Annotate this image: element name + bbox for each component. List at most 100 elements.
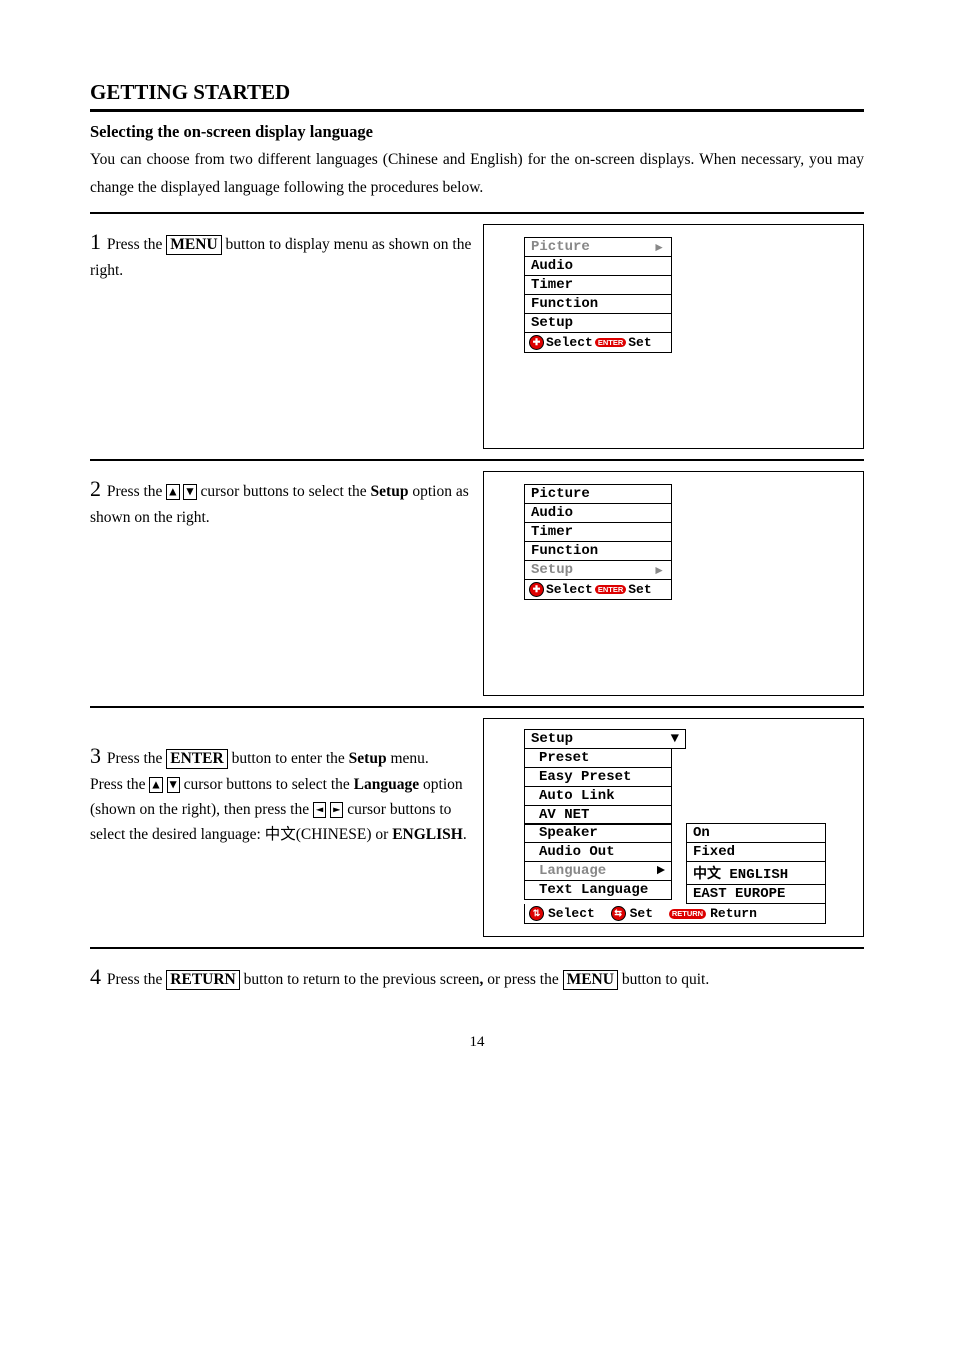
legend-return: Return — [710, 906, 757, 921]
osd-menu-2: Picture Audio Timer Function Setup► ✚Sel… — [483, 471, 864, 696]
text: button to enter the — [228, 750, 349, 767]
setup-value-speaker: On — [686, 823, 826, 843]
legend-set: Set — [628, 582, 651, 597]
rule — [90, 706, 864, 708]
text: button to quit. — [618, 971, 709, 988]
menu-item-setup: Setup — [524, 314, 672, 333]
menu-button-label: MENU — [563, 970, 618, 990]
step-number: 4 — [90, 964, 101, 989]
section-intro: You can choose from two different langua… — [90, 146, 864, 202]
text: Press the — [107, 236, 166, 253]
text: cursor buttons to select the — [180, 776, 354, 793]
menu-item-picture: Picture► — [524, 237, 672, 257]
osd-menu-1: Picture► Audio Timer Function Setup ✚Sel… — [483, 224, 864, 449]
right-arrow-icon: ► — [657, 863, 665, 879]
setup-item-speaker: Speaker — [524, 823, 672, 843]
step-3-text: 3 Press the ENTER button to enter the Se… — [90, 718, 475, 848]
enter-pill-icon: ENTER — [595, 338, 626, 348]
dpad-vert-icon: ⇅ — [529, 906, 544, 921]
dpad-horiz-icon: ⇆ — [611, 906, 626, 921]
bold-label: Setup — [371, 483, 409, 500]
text: Press the — [107, 971, 166, 988]
dpad-icon: ✚ — [529, 582, 544, 597]
legend-set: Set — [630, 906, 653, 921]
setup-item-audio-out: Audio Out — [524, 843, 672, 862]
menu-legend: ✚Select ENTERSet — [524, 333, 672, 353]
text: (CHINESE) or — [296, 826, 392, 843]
text: menu. — [387, 750, 429, 767]
menu-button-label: MENU — [166, 235, 221, 255]
menu-item-timer: Timer — [524, 523, 672, 542]
step-4: 4 Press the RETURN button to return to t… — [90, 959, 864, 994]
bold-label: Language — [354, 776, 419, 793]
step-number: 3 — [90, 743, 101, 768]
chinese-label: 中文 — [265, 826, 296, 843]
setup-item-auto-link: Auto Link — [524, 787, 672, 806]
bold-label: Setup — [349, 750, 387, 767]
setup-item-preset: Preset — [524, 749, 672, 768]
down-arrow-icon: ▼ — [671, 731, 679, 747]
menu-legend: ✚Select ENTERSet — [524, 580, 672, 600]
right-arrow-icon: ► — [653, 240, 665, 254]
rule — [90, 947, 864, 949]
setup-item-text-language: Text Language — [524, 881, 672, 900]
menu-item-audio: Audio — [524, 257, 672, 276]
menu-item-function: Function — [524, 542, 672, 561]
setup-left-col: Setup▼ Preset Easy Preset Auto Link AV N… — [524, 729, 686, 825]
step-1-text: 1 Press the MENU button to display menu … — [90, 224, 475, 284]
right-arrow-icon: ► — [653, 563, 665, 577]
setup-value-audio-out: Fixed — [686, 843, 826, 862]
dpad-icon: ✚ — [529, 335, 544, 350]
step-2-text: 2 Press the ▲ ▼ cursor buttons to select… — [90, 471, 475, 531]
up-cursor-icon: ▲ — [166, 484, 179, 500]
enter-pill-icon: ENTER — [595, 585, 626, 595]
menu-list: Picture Audio Timer Function Setup► ✚Sel… — [524, 484, 672, 600]
legend-set: Set — [628, 335, 651, 350]
setup-value-language: 中文 ENGLISH — [686, 862, 826, 885]
english-label: ENGLISH — [392, 826, 463, 843]
setup-legend: ⇅ Select ⇆ Set RETURN Return — [524, 904, 826, 924]
text: cursor buttons to select the — [197, 483, 371, 500]
setup-head: Setup▼ — [524, 729, 686, 749]
legend-select: Select — [546, 335, 593, 350]
step-number: 1 — [90, 229, 101, 254]
text: Press the — [90, 776, 149, 793]
enter-button-label: ENTER — [166, 749, 227, 769]
menu-item-audio: Audio — [524, 504, 672, 523]
left-cursor-icon: ◄ — [313, 802, 326, 818]
step-3: 3 Press the ENTER button to enter the Se… — [90, 718, 864, 938]
menu-item-timer: Timer — [524, 276, 672, 295]
setup-value-text-language: EAST EUROPE — [686, 885, 826, 904]
menu-item-function: Function — [524, 295, 672, 314]
section-subhead: Selecting the on-screen display language — [90, 122, 864, 142]
step-2: 2 Press the ▲ ▼ cursor buttons to select… — [90, 471, 864, 696]
step-number: 2 — [90, 476, 101, 501]
rule — [90, 212, 864, 214]
step-1: 1 Press the MENU button to display menu … — [90, 224, 864, 449]
legend-select: Select — [548, 906, 595, 921]
menu-item-setup: Setup► — [524, 561, 672, 580]
legend-select: Select — [546, 582, 593, 597]
rule — [90, 459, 864, 461]
setup-item-easy-preset: Easy Preset — [524, 768, 672, 787]
right-cursor-icon: ► — [330, 802, 343, 818]
page-number: 14 — [90, 1034, 864, 1051]
setup-right-col-2: On Fixed 中文 ENGLISH EAST EUROPE — [686, 823, 826, 904]
text: button to return to the previous screen — [240, 971, 480, 988]
page-title: GETTING STARTED — [90, 80, 864, 105]
text: Press the — [107, 750, 166, 767]
text: or press the — [487, 971, 562, 988]
setup-item-language: Language► — [524, 862, 672, 881]
rule — [90, 109, 864, 112]
setup-left-col-2: Speaker Audio Out Language► Text Languag… — [524, 823, 672, 900]
menu-item-picture: Picture — [524, 484, 672, 504]
setup-item-av-net: AV NET — [524, 806, 672, 825]
return-pill-icon: RETURN — [669, 909, 706, 919]
up-cursor-icon: ▲ — [149, 777, 162, 793]
text: Press the — [107, 483, 166, 500]
osd-setup-menu: Setup▼ Preset Easy Preset Auto Link AV N… — [483, 718, 864, 938]
down-cursor-icon: ▼ — [183, 484, 196, 500]
menu-list: Picture► Audio Timer Function Setup ✚Sel… — [524, 237, 672, 353]
text: . — [463, 826, 467, 843]
down-cursor-icon: ▼ — [167, 777, 180, 793]
